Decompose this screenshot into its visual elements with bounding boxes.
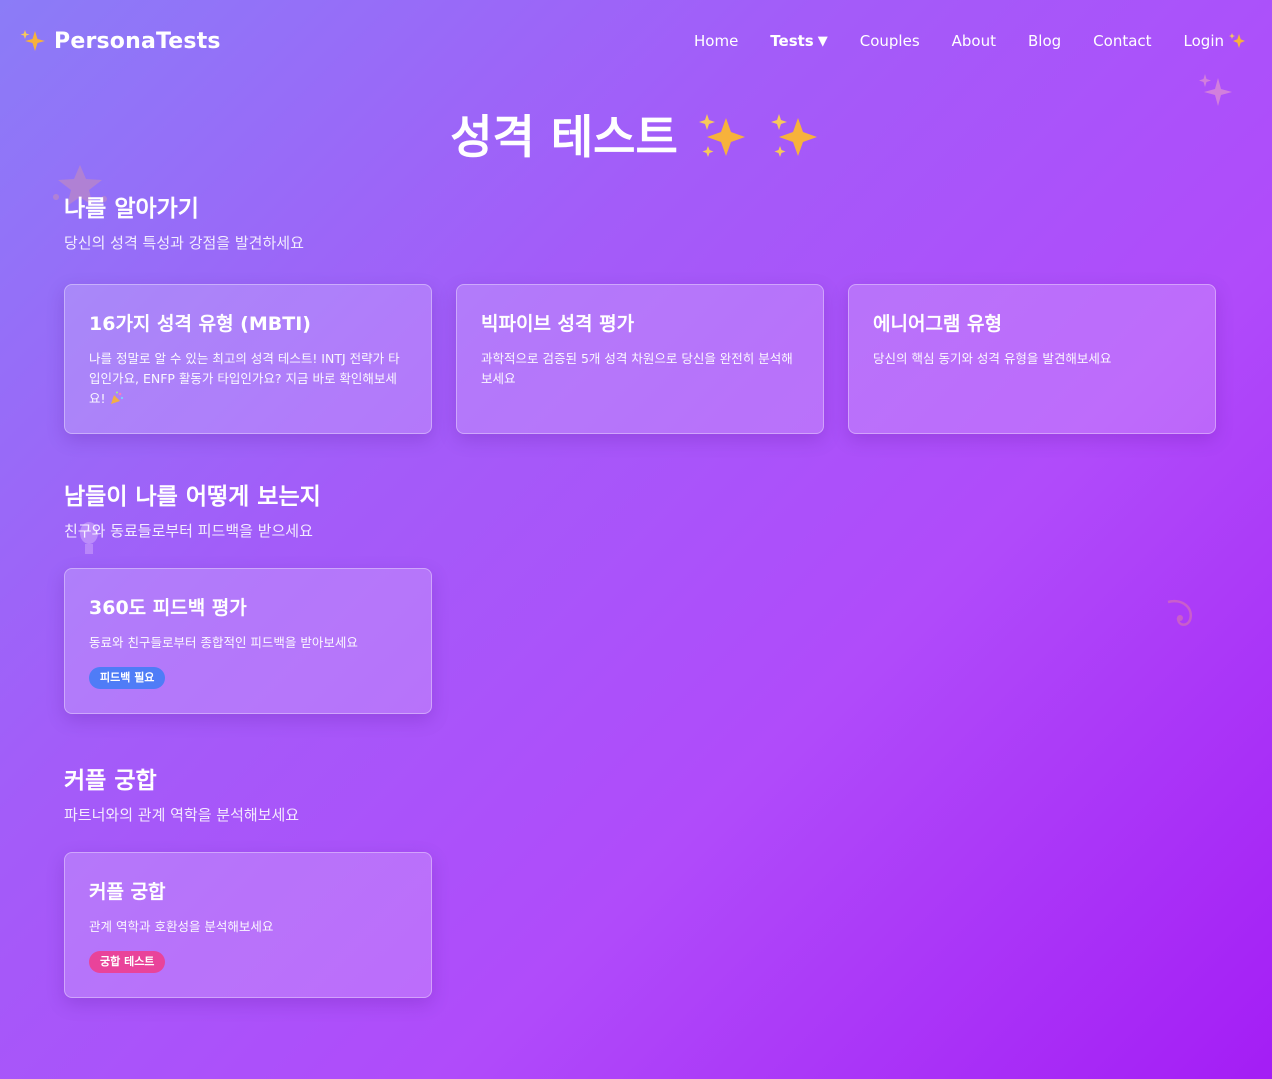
sparkles-icon bbox=[770, 114, 817, 157]
card-list: 커플 궁합 관계 역학과 호환성을 분석해보세요 궁합 테스트 bbox=[64, 852, 1216, 998]
card-description: 과학적으로 검증된 5개 성격 차원으로 당신을 완전히 분석해보세요 bbox=[481, 351, 793, 386]
nav-home[interactable]: Home bbox=[678, 32, 754, 50]
page-title-text: 성격 테스트 bbox=[450, 110, 678, 164]
card-description: 동료와 친구들로부터 종합적인 피드백을 받아보세요 bbox=[89, 635, 358, 650]
confetti-icon bbox=[110, 391, 123, 404]
card-list: 16가지 성격 유형 (MBTI) 나를 정말로 알 수 있는 최고의 성격 테… bbox=[64, 284, 1216, 434]
sparkles-icon bbox=[698, 114, 745, 157]
card-title: 에니어그램 유형 bbox=[873, 313, 1002, 335]
nav-blog[interactable]: Blog bbox=[1012, 32, 1077, 50]
section-title: 커플 궁합 bbox=[64, 768, 157, 794]
section-title: 남들이 나를 어떻게 보는지 bbox=[64, 484, 321, 510]
nav-about[interactable]: About bbox=[936, 32, 1012, 50]
card-description: 관계 역학과 호환성을 분석해보세요 bbox=[89, 919, 274, 934]
page-title: 성격 테스트 bbox=[0, 106, 1272, 168]
sparkles-icon bbox=[20, 30, 45, 51]
card-title: 360도 피드백 평가 bbox=[89, 597, 247, 619]
section-subtitle: 당신의 성격 특성과 강점을 발견하세요 bbox=[64, 234, 304, 252]
card-title: 빅파이브 성격 평가 bbox=[481, 313, 635, 335]
test-card-mbti[interactable]: 16가지 성격 유형 (MBTI) 나를 정말로 알 수 있는 최고의 성격 테… bbox=[64, 284, 432, 434]
compatibility-test-badge: 궁합 테스트 bbox=[89, 951, 166, 973]
sparkles-icon bbox=[1229, 33, 1245, 48]
section-title: 나를 알아가기 bbox=[64, 196, 199, 222]
test-card-big-five[interactable]: 빅파이브 성격 평가 과학적으로 검증된 5개 성격 차원으로 당신을 완전히 … bbox=[456, 284, 824, 434]
nav-login[interactable]: Login bbox=[1168, 32, 1262, 50]
test-card-enneagram[interactable]: 에니어그램 유형 당신의 핵심 동기와 성격 유형을 발견해보세요 bbox=[848, 284, 1216, 434]
card-description-text: 나를 정말로 알 수 있는 최고의 성격 테스트! INTJ 전략가 타입인가요… bbox=[89, 351, 400, 406]
card-list: 360도 피드백 평가 동료와 친구들로부터 종합적인 피드백을 받아보세요 피… bbox=[64, 568, 1216, 714]
card-title: 16가지 성격 유형 (MBTI) bbox=[89, 313, 311, 335]
chevron-down-icon: ▼ bbox=[817, 33, 828, 49]
card-description: 나를 정말로 알 수 있는 최고의 성격 테스트! INTJ 전략가 타입인가요… bbox=[89, 349, 407, 409]
nav-tests-label: Tests bbox=[770, 32, 814, 50]
test-card-couple-compatibility[interactable]: 커플 궁합 관계 역학과 호환성을 분석해보세요 궁합 테스트 bbox=[64, 852, 432, 998]
brand-logo[interactable]: PersonaTests bbox=[20, 28, 221, 54]
section-subtitle: 친구와 동료들로부터 피드백을 받으세요 bbox=[64, 522, 313, 540]
test-card-360-feedback[interactable]: 360도 피드백 평가 동료와 친구들로부터 종합적인 피드백을 받아보세요 피… bbox=[64, 568, 432, 714]
feedback-required-badge: 피드백 필요 bbox=[89, 667, 166, 689]
nav-login-label: Login bbox=[1183, 32, 1224, 50]
nav-contact[interactable]: Contact bbox=[1077, 32, 1167, 50]
card-title: 커플 궁합 bbox=[89, 881, 166, 903]
navbar: PersonaTests Home Tests ▼ Couples About … bbox=[0, 0, 1272, 82]
nav-tests-dropdown[interactable]: Tests ▼ bbox=[754, 32, 843, 50]
section-how-others-see-me: 남들이 나를 어떻게 보는지 친구와 동료들로부터 피드백을 받으세요 360도… bbox=[64, 480, 1216, 714]
section-subtitle: 파트너와의 관계 역학을 분석해보세요 bbox=[64, 806, 300, 824]
card-description: 당신의 핵심 동기와 성격 유형을 발견해보세요 bbox=[873, 351, 1112, 366]
brand-name: PersonaTests bbox=[54, 28, 221, 54]
section-know-yourself: 나를 알아가기 당신의 성격 특성과 강점을 발견하세요 16가지 성격 유형 … bbox=[64, 192, 1216, 434]
section-couple-compatibility: 커플 궁합 파트너와의 관계 역학을 분석해보세요 커플 궁합 관계 역학과 호… bbox=[64, 764, 1216, 998]
nav-couples[interactable]: Couples bbox=[844, 32, 936, 50]
main-nav: Home Tests ▼ Couples About Blog Contact … bbox=[678, 32, 1262, 50]
